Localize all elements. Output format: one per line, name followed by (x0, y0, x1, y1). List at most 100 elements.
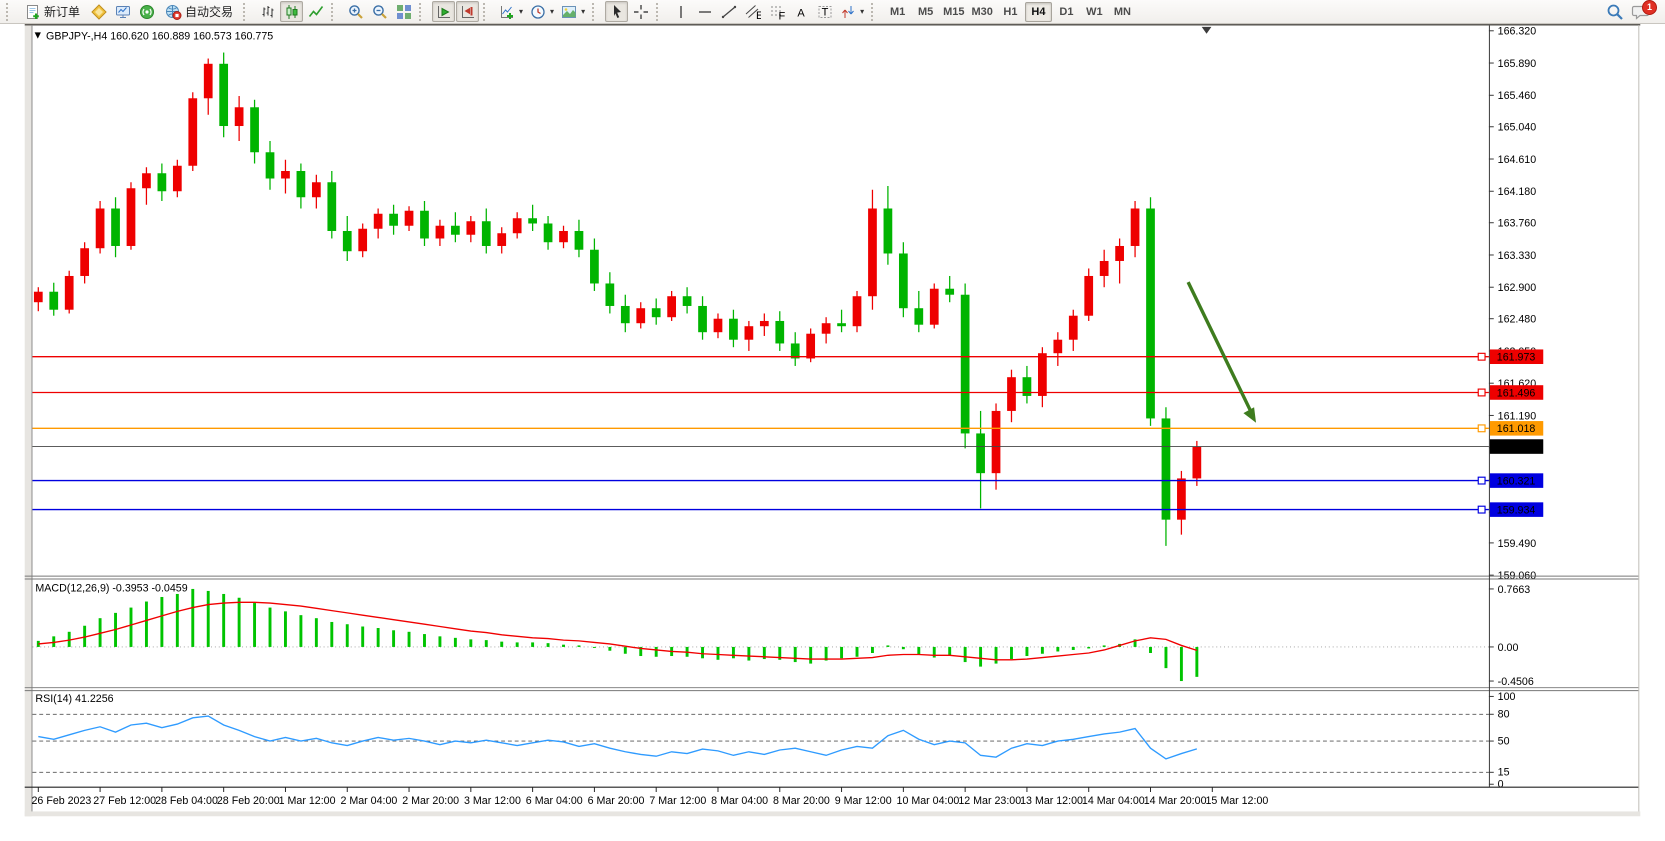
level-handle[interactable] (1478, 425, 1485, 432)
timeframe-m15-button[interactable]: M15 (940, 2, 967, 22)
candle-body (806, 334, 815, 359)
macd-bar (145, 602, 148, 647)
horizontal-line-button[interactable] (693, 1, 716, 22)
trendline-button[interactable] (717, 1, 740, 22)
timeframe-m30-button[interactable]: M30 (969, 2, 996, 22)
macd-bar (485, 640, 488, 647)
timeframe-m1-button[interactable]: M1 (884, 2, 911, 22)
toolbar-grip (656, 3, 664, 21)
add-indicator-button[interactable]: ▾ (496, 1, 526, 22)
candle-body (914, 308, 923, 324)
add-indicator-icon (499, 4, 515, 20)
channel-button[interactable]: E (741, 1, 764, 22)
text-label-button[interactable]: T (813, 1, 836, 22)
timeframe-d1-button[interactable]: D1 (1053, 2, 1080, 22)
periods-button[interactable]: ▾ (527, 1, 557, 22)
macd-bar (222, 594, 225, 647)
search-button[interactable] (1603, 1, 1627, 22)
chart-window[interactable]: 166.320165.890165.460165.040164.610164.1… (0, 24, 1665, 841)
timeframe-h1-button[interactable]: H1 (997, 2, 1024, 22)
toolbar-grip (6, 3, 14, 21)
one-click-menu-icon[interactable]: ▼ (32, 30, 43, 42)
macd-bar (516, 642, 519, 647)
candle-body (312, 182, 321, 197)
timeframe-mn-button[interactable]: MN (1109, 2, 1136, 22)
candle-body (158, 173, 167, 191)
chevron-down-icon: ▾ (550, 7, 554, 16)
svg-text:9 Mar 12:00: 9 Mar 12:00 (835, 795, 892, 807)
macd-bar (902, 647, 905, 649)
clock-icon (530, 4, 546, 20)
candle-body (327, 182, 336, 231)
svg-text:15 Mar 12:00: 15 Mar 12:00 (1206, 795, 1269, 807)
svg-text:80: 80 (1498, 709, 1510, 721)
chart-shift-button[interactable] (456, 1, 479, 22)
templates-button[interactable]: ▾ (558, 1, 588, 22)
toolbar-grip (871, 3, 879, 21)
candle-body (420, 211, 429, 239)
auto-scroll-icon (436, 4, 452, 20)
svg-text:13 Mar 12:00: 13 Mar 12:00 (1020, 795, 1083, 807)
chart-canvas[interactable]: 166.320165.890165.460165.040164.610164.1… (0, 24, 1665, 841)
fibonacci-button[interactable]: F (765, 1, 788, 22)
vertical-line-button[interactable] (669, 1, 692, 22)
zoom-out-button[interactable] (368, 1, 391, 22)
candle-body (899, 253, 908, 308)
svg-text:28 Feb 04:00: 28 Feb 04:00 (155, 795, 218, 807)
arrows-button[interactable]: ▾ (837, 1, 867, 22)
macd-bar (871, 647, 874, 653)
level-handle[interactable] (1478, 353, 1485, 360)
candle-body (389, 214, 398, 226)
macd-bar (717, 647, 720, 660)
notifications-button[interactable]: 1 (1628, 1, 1654, 22)
macd-bar (1056, 647, 1059, 652)
macd-bar (655, 647, 658, 657)
metaeditor-icon (91, 4, 107, 20)
timeframe-h4-button[interactable]: H4 (1025, 2, 1052, 22)
candle-body (173, 166, 182, 191)
macd-bar (176, 594, 179, 647)
auto-scroll-button[interactable] (432, 1, 455, 22)
text-button[interactable]: A (789, 1, 812, 22)
metaeditor-button[interactable] (87, 1, 110, 22)
chart-candles-button[interactable] (280, 1, 303, 22)
macd-bar (840, 647, 843, 658)
macd-bar (809, 647, 812, 664)
svg-text:161.190: 161.190 (1498, 410, 1537, 422)
timeframe-w1-button[interactable]: W1 (1081, 2, 1108, 22)
zoom-in-button[interactable] (344, 1, 367, 22)
chart-line-button[interactable] (304, 1, 327, 22)
level-handle[interactable] (1478, 389, 1485, 396)
svg-text:161.018: 161.018 (1497, 423, 1536, 435)
new-order-button[interactable]: 新订单 (19, 1, 86, 22)
candle-body (358, 229, 367, 251)
level-handle[interactable] (1478, 506, 1485, 513)
chart-bars-button[interactable] (256, 1, 279, 22)
svg-text:1 Mar 12:00: 1 Mar 12:00 (279, 795, 336, 807)
signals-button[interactable] (135, 1, 158, 22)
candle-body (714, 319, 723, 332)
svg-text:0.7663: 0.7663 (1498, 584, 1531, 596)
candle-body (667, 296, 676, 317)
candle-body (636, 308, 645, 323)
timeframe-m5-button[interactable]: M5 (912, 2, 939, 22)
macd-bar (191, 589, 194, 647)
toolbox-button[interactable] (111, 1, 134, 22)
macd-bar (377, 628, 380, 647)
level-handle[interactable] (1478, 477, 1485, 484)
candle-body (188, 98, 197, 165)
svg-text:165.890: 165.890 (1498, 58, 1537, 70)
crosshair-button[interactable] (629, 1, 652, 22)
autotrading-button[interactable]: 自动交易 (159, 1, 239, 22)
candle-body (621, 306, 630, 323)
cursor-button[interactable] (605, 1, 628, 22)
candle-body (343, 231, 352, 251)
svg-text:3 Mar 12:00: 3 Mar 12:00 (464, 795, 521, 807)
macd-bar (438, 636, 441, 647)
tile-windows-button[interactable] (392, 1, 415, 22)
svg-text:-0.4506: -0.4506 (1498, 676, 1534, 688)
rsi-label: RSI(14) 41.2256 (35, 693, 113, 705)
template-icon (561, 4, 577, 20)
candle-body (96, 208, 105, 248)
candle-body (822, 323, 831, 333)
